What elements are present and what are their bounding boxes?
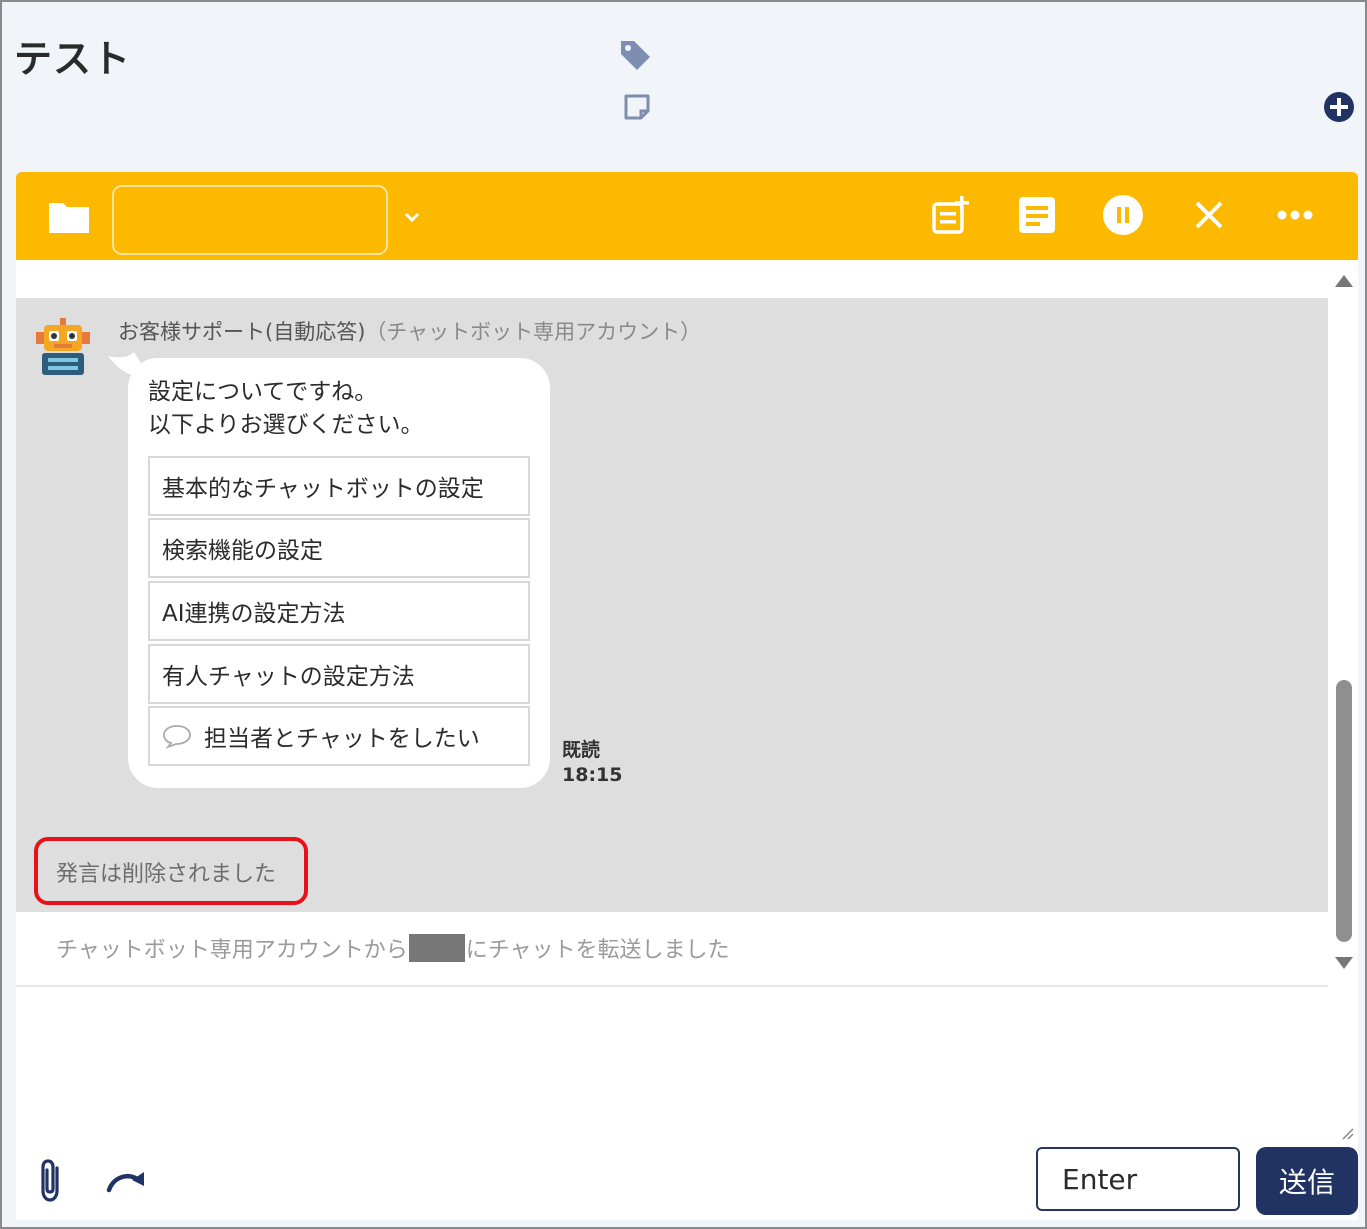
message-line: 設定についてですね。 — [148, 379, 378, 405]
choice-button[interactable]: 基本的なチャットボットの設定 — [148, 456, 530, 516]
choice-button[interactable]: 有人チャットの設定方法 — [148, 644, 530, 704]
scroll-thumb[interactable] — [1336, 680, 1352, 942]
choice-button[interactable]: AI連携の設定方法 — [148, 581, 530, 641]
chat-scrollbar[interactable] — [1328, 260, 1358, 997]
scroll-up-arrow-icon[interactable] — [1334, 274, 1354, 288]
folder-icon[interactable] — [46, 194, 92, 240]
memo-icon[interactable] — [1014, 192, 1060, 238]
deleted-notice: 発言は削除されました — [56, 862, 277, 887]
scroll-down-arrow-icon[interactable] — [1334, 956, 1354, 970]
robot-avatar-icon — [32, 316, 94, 378]
note-icon[interactable] — [618, 88, 656, 126]
close-icon[interactable] — [1186, 192, 1232, 238]
chevron-down-icon[interactable] — [398, 200, 426, 234]
composer: Enter 送信 — [16, 988, 1358, 1220]
message-input[interactable] — [16, 988, 1358, 1128]
enter-toggle-button[interactable]: Enter — [1036, 1147, 1240, 1211]
choice-button-human-chat[interactable]: 担当者とチャットをしたい — [148, 706, 530, 766]
read-status: 既読 18:15 — [562, 738, 622, 788]
sender-name-text: お客様サポート(自動応答) — [118, 320, 366, 344]
sender-name: お客様サポート(自動応答)（チャットボット専用アカウント） — [118, 316, 701, 346]
choice-button[interactable]: 検索機能の設定 — [148, 518, 530, 578]
memo-add-icon[interactable] — [928, 192, 974, 238]
chat-top-spacer — [16, 260, 1328, 298]
message-line: 以下よりお選びください。 — [148, 412, 424, 438]
chat-window: テスト お客様サポート(自動応答)（チャットボット専用アカウント） 設定について… — [0, 0, 1367, 1229]
paperclip-icon[interactable] — [32, 1158, 70, 1204]
chat-toolbar — [16, 172, 1358, 260]
send-button[interactable]: 送信 — [1256, 1147, 1358, 1215]
forward-icon[interactable] — [104, 1164, 150, 1198]
tag-icon[interactable] — [616, 36, 654, 74]
add-circle-icon[interactable] — [1320, 88, 1358, 126]
speech-bubble-icon — [163, 725, 191, 749]
transfer-notice: チャットボット専用アカウントから にチャットを転送しました — [56, 932, 730, 964]
choice-label: 担当者とチャットをしたい — [204, 726, 480, 752]
divider — [16, 985, 1328, 987]
chat-log: お客様サポート(自動応答)（チャットボット専用アカウント） 設定についてですね。… — [16, 260, 1328, 997]
read-label: 既読 — [562, 739, 601, 761]
redacted-name — [408, 934, 465, 962]
assignee-select[interactable] — [112, 185, 388, 255]
pause-icon[interactable] — [1100, 192, 1146, 238]
message-text: 設定についてですね。 以下よりお選びください。 — [148, 376, 424, 442]
resize-handle-icon[interactable] — [1338, 1124, 1354, 1140]
chat-panel: お客様サポート(自動応答)（チャットボット専用アカウント） 設定についてですね。… — [16, 172, 1358, 1220]
read-time: 18:15 — [562, 764, 623, 786]
sender-note: （チャットボット専用アカウント） — [365, 320, 702, 344]
transfer-after: にチャットを転送しました — [465, 938, 730, 963]
page-title: テスト — [14, 37, 132, 81]
more-icon[interactable] — [1272, 192, 1318, 238]
transfer-before: チャットボット専用アカウントから — [56, 938, 408, 963]
